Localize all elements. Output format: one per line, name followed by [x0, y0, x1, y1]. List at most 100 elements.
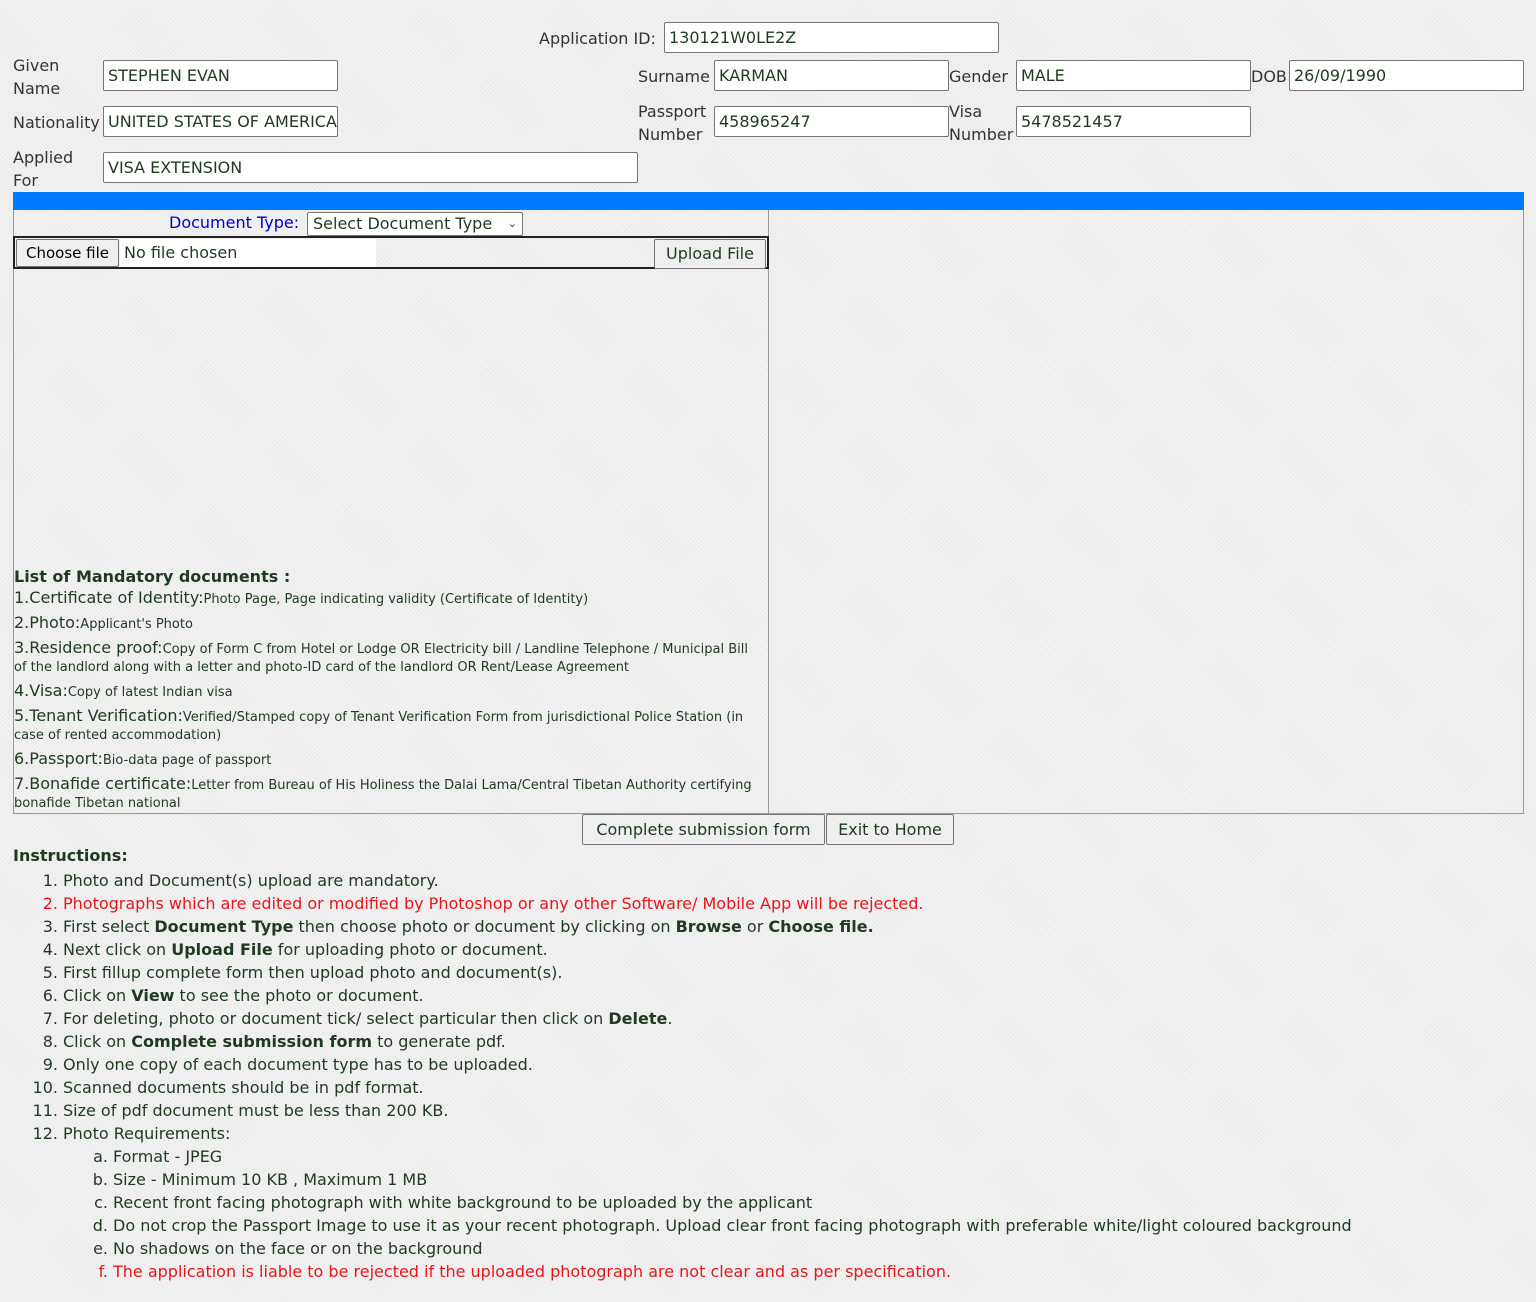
- requirement-letter: a.: [93, 1147, 108, 1166]
- doc-name: 2.Photo:: [14, 613, 81, 632]
- instruction-emphasis: View: [131, 986, 175, 1005]
- photo-requirement-item: c. Recent front facing photograph with wh…: [13, 1191, 1513, 1214]
- photo-requirement-item: d. Do not crop the Passport Image to use …: [13, 1214, 1513, 1237]
- doc-description: Bio-data page of passport: [102, 753, 272, 768]
- doc-name: 6.Passport:: [14, 749, 103, 768]
- instruction-text: Click on: [63, 1032, 132, 1051]
- instructions-list: 1. Photo and Document(s) upload are manda…: [13, 869, 1513, 1283]
- requirement-text: Recent front facing photograph with whit…: [113, 1193, 813, 1212]
- requirement-letter: d.: [92, 1216, 108, 1235]
- given-name-label: Given Name: [13, 56, 61, 98]
- visa-number-label: Visa Number: [949, 102, 1014, 144]
- file-upload-row: Choose file No file chosen Upload File: [13, 236, 769, 269]
- instruction-emphasis: Browse: [675, 917, 742, 936]
- instruction-number: 7.: [42, 1009, 58, 1028]
- requirement-text: Format - JPEG: [113, 1147, 223, 1166]
- surname-label: Surname: [638, 67, 710, 86]
- requirement-text: Size - Minimum 10 KB , Maximum 1 MB: [113, 1170, 428, 1189]
- instruction-text: or: [741, 917, 769, 936]
- doc-name: 3.Residence proof:: [14, 638, 163, 657]
- instruction-emphasis: Choose file.: [768, 917, 874, 936]
- instruction-text: Photographs which are edited or modified…: [63, 894, 924, 913]
- instruction-item: 7. For deleting, photo or document tick/ …: [13, 1007, 1513, 1030]
- instruction-item: 11. Size of pdf document must be less tha…: [13, 1099, 1513, 1122]
- instruction-emphasis: Document Type: [154, 917, 294, 936]
- instruction-item: 3. First select Document Type then choose…: [13, 915, 1513, 938]
- complete-submission-button[interactable]: Complete submission form: [582, 814, 825, 845]
- instruction-number: 2.: [42, 894, 58, 913]
- mandatory-docs-title: List of Mandatory documents :: [14, 567, 291, 586]
- instruction-item: 9. Only one copy of each document type ha…: [13, 1053, 1513, 1076]
- gender-field[interactable]: MALE: [1016, 60, 1251, 91]
- requirement-text: The application is liable to be rejected…: [113, 1262, 952, 1281]
- requirement-letter: e.: [93, 1239, 108, 1258]
- dob-label: DOB: [1251, 67, 1287, 86]
- document-type-select[interactable]: Select Document Type ⌄: [307, 212, 523, 236]
- requirement-text: Do not crop the Passport Image to use it…: [113, 1216, 1352, 1235]
- instruction-text: Photo Requirements:: [63, 1124, 231, 1143]
- choose-file-button[interactable]: Choose file: [16, 239, 119, 267]
- requirement-letter: c.: [94, 1193, 108, 1212]
- section-divider-bar: [13, 192, 1524, 210]
- instruction-number: 4.: [42, 940, 58, 959]
- passport-number-field[interactable]: 458965247: [714, 106, 949, 137]
- surname-field[interactable]: KARMAN: [714, 60, 949, 91]
- instruction-number: 6.: [42, 986, 58, 1005]
- instruction-text: Next click on: [63, 940, 172, 959]
- doc-name: 7.Bonafide certificate:: [14, 774, 192, 793]
- gender-label: Gender: [949, 67, 1008, 86]
- given-name-field[interactable]: STEPHEN EVAN: [103, 60, 338, 91]
- nationality-field[interactable]: UNITED STATES OF AMERICA: [103, 106, 338, 137]
- mandatory-doc-item: 3.Residence proof:Copy of Form C from Ho…: [14, 639, 764, 677]
- mandatory-docs-list: 1.Certificate of Identity:Photo Page, Pa…: [14, 589, 764, 818]
- dob-field[interactable]: 26/09/1990: [1289, 60, 1524, 91]
- instruction-emphasis: Upload File: [171, 940, 273, 959]
- requirement-letter: f.: [98, 1262, 108, 1281]
- instruction-text: First fillup complete form then upload p…: [63, 963, 563, 982]
- doc-name: 5.Tenant Verification:: [14, 706, 183, 725]
- instruction-item: 6. Click on View to see the photo or docu…: [13, 984, 1513, 1007]
- doc-description: Applicant's Photo: [80, 617, 193, 632]
- instruction-number: 3.: [42, 917, 58, 936]
- doc-description: Photo Page, Page indicating validity (Ce…: [203, 592, 589, 607]
- application-id-label: Application ID:: [539, 29, 656, 48]
- instruction-item: 2. Photographs which are edited or modifi…: [13, 892, 1513, 915]
- instruction-item: 10. Scanned documents should be in pdf fo…: [13, 1076, 1513, 1099]
- instruction-number: 12.: [32, 1124, 58, 1143]
- instruction-text: For deleting, photo or document tick/ se…: [63, 1009, 609, 1028]
- photo-requirement-item: e. No shadows on the face or on the backg…: [13, 1237, 1513, 1260]
- photo-requirement-item: f. The application is liable to be reject…: [13, 1260, 1513, 1283]
- application-id-field[interactable]: 130121W0LE2Z: [664, 22, 999, 53]
- requirement-text: No shadows on the face or on the backgro…: [113, 1239, 483, 1258]
- applied-for-field[interactable]: VISA EXTENSION: [103, 152, 638, 183]
- exit-to-home-button[interactable]: Exit to Home: [826, 814, 954, 845]
- instruction-text: .: [667, 1009, 673, 1028]
- instruction-number: 5.: [42, 963, 58, 982]
- instruction-text: Only one copy of each document type has …: [63, 1055, 533, 1074]
- document-type-selected: Select Document Type: [313, 214, 493, 233]
- instruction-text: to see the photo or document.: [174, 986, 424, 1005]
- visa-number-field[interactable]: 5478521457: [1016, 106, 1251, 137]
- requirement-letter: b.: [92, 1170, 108, 1189]
- doc-name: 1.Certificate of Identity:: [14, 588, 204, 607]
- doc-name: 4.Visa:: [14, 681, 68, 700]
- instruction-text: Click on: [63, 986, 132, 1005]
- instruction-text: then choose photo or document by clickin…: [293, 917, 676, 936]
- photo-requirement-item: b. Size - Minimum 10 KB , Maximum 1 MB: [13, 1168, 1513, 1191]
- instruction-item: 4. Next click on Upload File for uploadin…: [13, 938, 1513, 961]
- instruction-text: for uploading photo or document.: [272, 940, 548, 959]
- instruction-number: 1.: [42, 871, 58, 890]
- instruction-item: 1. Photo and Document(s) upload are manda…: [13, 869, 1513, 892]
- instruction-text: Photo and Document(s) upload are mandato…: [63, 871, 439, 890]
- instruction-item: 8. Click on Complete submission form to g…: [13, 1030, 1513, 1053]
- upload-file-button[interactable]: Upload File: [654, 239, 766, 269]
- applied-for-label: Applied For: [13, 148, 74, 190]
- instruction-number: 10.: [32, 1078, 58, 1097]
- instruction-text: First select: [63, 917, 155, 936]
- instruction-text: to generate pdf.: [372, 1032, 506, 1051]
- instruction-text: Size of pdf document must be less than 2…: [63, 1101, 449, 1120]
- mandatory-doc-item: 6.Passport:Bio-data page of passport: [14, 750, 764, 770]
- mandatory-doc-item: 1.Certificate of Identity:Photo Page, Pa…: [14, 589, 764, 609]
- mandatory-doc-item: 5.Tenant Verification:Verified/Stamped c…: [14, 707, 764, 745]
- instruction-number: 8.: [42, 1032, 58, 1051]
